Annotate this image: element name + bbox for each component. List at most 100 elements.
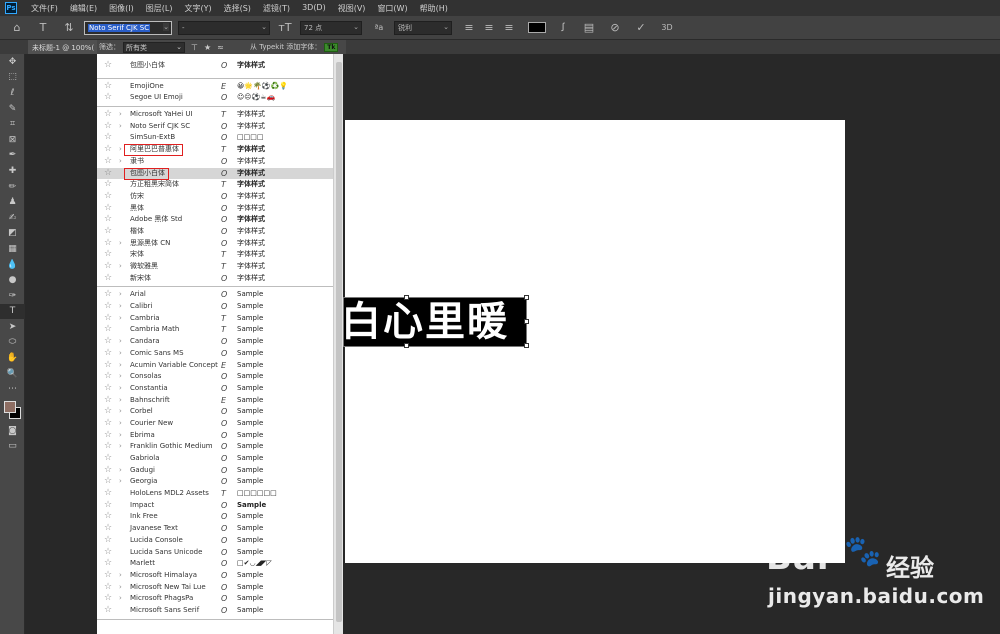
font-list-scrollbar[interactable] [333,54,343,634]
favorite-star-icon[interactable]: ☆ [104,238,112,249]
favorite-star-icon[interactable]: ☆ [104,168,112,179]
favorite-star-icon[interactable]: ☆ [104,156,112,167]
menu-item[interactable]: 编辑(E) [64,3,103,14]
favorite-star-icon[interactable]: ☆ [104,582,112,593]
font-list-item[interactable]: ☆ › Microsoft YaHei UI T 字体样式 [97,109,333,121]
favorite-star-icon[interactable]: ☆ [104,92,112,103]
type-tool-icon[interactable]: T [0,303,25,320]
favorite-star-icon[interactable]: ☆ [104,261,112,272]
font-list-item[interactable]: ☆ Ink Free O Sample [97,511,333,523]
transform-handle[interactable] [404,343,409,348]
align-left-icon[interactable]: ≡ [460,21,478,34]
font-list-item[interactable]: ☆ 包图小白体 O 字体样式 [97,60,333,72]
pen-tool-icon[interactable]: ✑ [0,288,25,304]
chevron-right-icon[interactable]: › [119,336,122,347]
antialias-field[interactable]: 锐利 ⌄ [394,20,452,35]
font-list-item[interactable]: ☆ 新宋体 O 字体样式 [97,273,333,285]
font-list-item[interactable]: ☆ Marlett O □✔◡◢◤◸ [97,558,333,570]
font-list-item[interactable]: ☆ Cambria Math T Sample [97,324,333,336]
zoom-tool-icon[interactable]: 🔍 [0,366,25,382]
chevron-right-icon[interactable]: › [119,371,122,382]
menu-item[interactable]: 滤镜(T) [257,3,296,14]
favorite-star-icon[interactable]: ☆ [104,535,112,546]
favorite-star-icon[interactable]: ☆ [104,60,112,71]
favorite-star-icon[interactable]: ☆ [104,453,112,464]
color-swatches[interactable] [0,397,25,423]
favorite-star-icon[interactable]: ☆ [104,203,112,214]
blur-tool-icon[interactable]: 💧 [0,257,25,273]
chevron-down-icon[interactable]: ⌄ [261,23,267,31]
transform-handle[interactable] [524,343,529,348]
font-list-item[interactable]: ☆ › Noto Serif CJK SC O 字体样式 [97,121,333,133]
chevron-right-icon[interactable]: › [119,418,122,429]
font-list-item[interactable]: ☆ › Comic Sans MS O Sample [97,348,333,360]
text-color-swatch[interactable] [528,22,546,33]
menu-item[interactable]: 文字(Y) [178,3,217,14]
chevron-right-icon[interactable]: › [119,301,122,312]
favorite-star-icon[interactable]: ☆ [104,500,112,511]
font-list-item[interactable]: ☆ 宋体 T 字体样式 [97,249,333,261]
crop-tool-icon[interactable]: ⌗ [0,116,25,132]
document-tab[interactable]: 未标题-1 @ 100%( [28,40,98,54]
font-list-item[interactable]: ☆ 包图小白体 O 字体样式 [97,167,333,180]
scrollbar-thumb[interactable] [336,62,342,622]
font-list-item[interactable]: ☆ › 思源黑体 CN O 字体样式 [97,238,333,250]
chevron-right-icon[interactable]: › [119,465,122,476]
font-size-field[interactable]: 72 点 ⌄ [300,20,362,35]
chevron-down-icon[interactable]: ⌄ [353,23,359,31]
favorite-star-icon[interactable]: ☆ [104,523,112,534]
type-tool-icon[interactable]: T [34,21,52,34]
favorite-star-icon[interactable]: ☆ [104,476,112,487]
favorite-star-icon[interactable]: ☆ [104,324,112,335]
chevron-right-icon[interactable]: › [119,238,122,249]
home-icon[interactable]: ⌂ [8,21,26,34]
font-list-item[interactable]: ☆ › Calibri O Sample [97,301,333,313]
favorite-star-icon[interactable]: ☆ [104,132,112,143]
3d-button[interactable]: 3D [658,23,676,32]
transform-handle[interactable] [524,295,529,300]
menu-item[interactable]: 选择(S) [218,3,257,14]
stamp-tool-icon[interactable]: ♟ [0,194,25,210]
chevron-right-icon[interactable]: › [119,430,122,441]
chevron-right-icon[interactable]: › [119,348,122,359]
menu-item[interactable]: 文件(F) [25,3,64,14]
favorite-star-icon[interactable]: ☆ [104,144,112,155]
quick-select-tool-icon[interactable]: ✎ [0,101,25,117]
font-list-item[interactable]: ☆ › Courier New O Sample [97,418,333,430]
gradient-tool-icon[interactable]: ▦ [0,241,25,257]
chevron-right-icon[interactable]: › [119,441,122,452]
font-family-dropdown[interactable]: ☆ 包图小白体 O 字体样式 ☆ EmojiOne E 😀🌟🌴⚽♻️💡 ☆ Segoe UI Em… [97,54,333,634]
font-list-item[interactable]: ☆ 仿宋 O 字体样式 [97,191,333,203]
chevron-right-icon[interactable]: › [119,109,122,120]
chevron-down-icon[interactable]: ⌄ [443,23,449,31]
font-list-item[interactable]: ☆ › Franklin Gothic Medium O Sample [97,441,333,453]
favorite-star-icon[interactable]: ☆ [104,371,112,382]
chevron-right-icon[interactable]: › [119,582,122,593]
font-list-item[interactable]: ☆ › Acumin Variable Concept E Sample [97,360,333,372]
font-list-item[interactable]: ☆ › Constantia O Sample [97,383,333,395]
chevron-right-icon[interactable]: › [119,313,122,324]
favorite-star-icon[interactable]: ☆ [104,511,112,522]
font-list-item[interactable]: ☆ › Microsoft Himalaya O Sample [97,570,333,582]
align-right-icon[interactable]: ≡ [500,21,518,34]
shape-tool-icon[interactable]: ⬭ [0,335,25,351]
chevron-right-icon[interactable]: › [119,156,122,167]
font-list-item[interactable]: ☆ › Microsoft PhagsPa O Sample [97,593,333,605]
font-list-item[interactable]: ☆ › Bahnschrift E Sample [97,395,333,407]
font-list-item[interactable]: ☆ 楷体 O 字体样式 [97,226,333,238]
quick-mask-icon[interactable]: ◙ [0,423,25,439]
font-list-item[interactable]: ☆ › Ebrima O Sample [97,430,333,442]
favorite-star-icon[interactable]: ☆ [104,593,112,604]
text-orientation-icon[interactable]: ⇅ [60,21,78,34]
font-list-item[interactable]: ☆ Impact O Sample [97,500,333,512]
menu-item[interactable]: 图层(L) [140,3,179,14]
favorite-star-icon[interactable]: ☆ [104,348,112,359]
favorite-star-icon[interactable]: ☆ [104,441,112,452]
menu-item[interactable]: 帮助(H) [414,3,454,14]
dodge-tool-icon[interactable]: ● [0,272,25,288]
menu-item[interactable]: 视图(V) [332,3,372,14]
favorite-star-icon[interactable]: ☆ [104,360,112,371]
favorite-star-icon[interactable]: ☆ [104,109,112,120]
move-tool-icon[interactable]: ✥ [0,54,25,70]
font-list-item[interactable]: ☆ 方正粗黑宋简体 T 字体样式 [97,179,333,191]
